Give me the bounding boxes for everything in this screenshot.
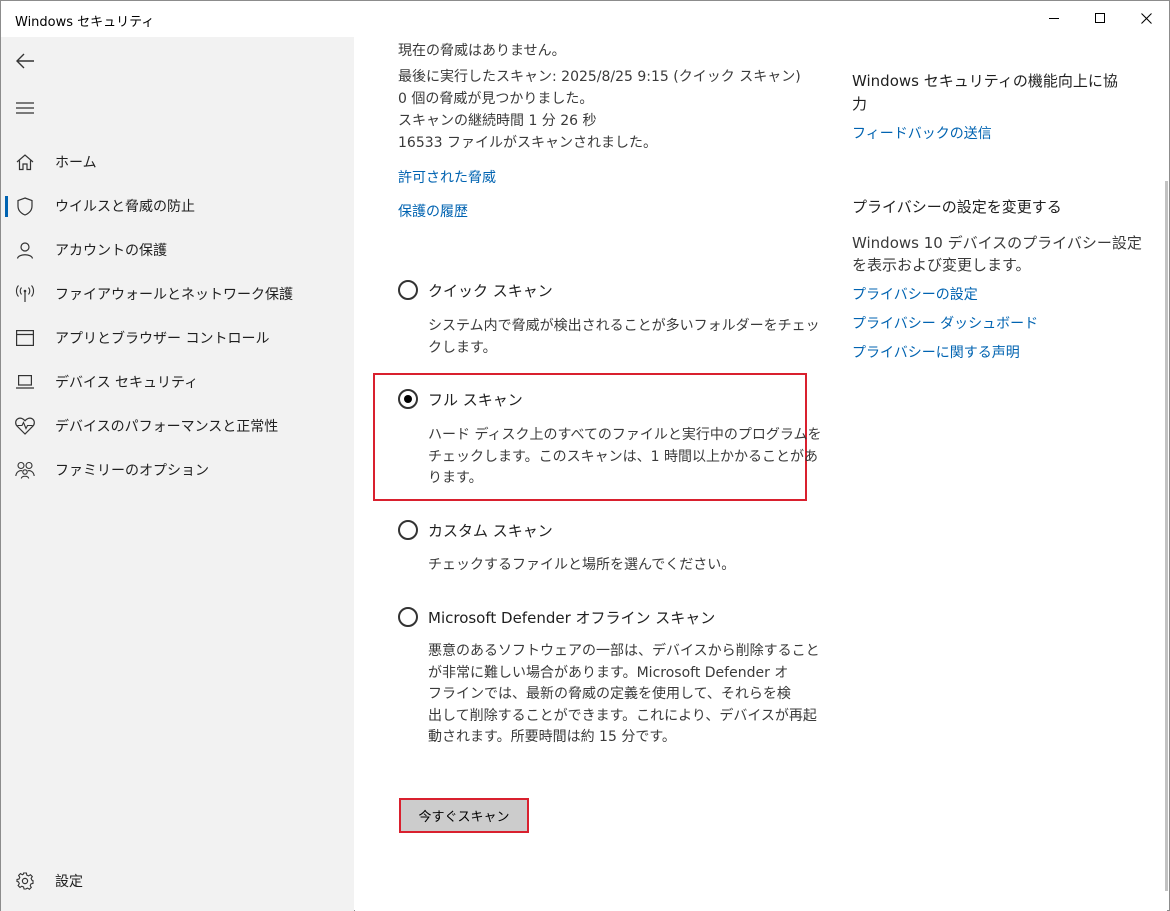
description-line: フラインでは、最新の脅威の定義を使用して、それらを検 <box>428 686 791 702</box>
option-label: Microsoft Defender オフライン スキャン <box>428 609 716 627</box>
laptop-icon <box>15 372 35 392</box>
sidebar-item-label: デバイスのパフォーマンスと正常性 <box>55 419 279 435</box>
sidebar-item-family-options[interactable]: ファミリーのオプション <box>1 450 354 490</box>
allowed-threats-link[interactable]: 許可された脅威 <box>398 167 496 187</box>
privacy-settings-link[interactable]: プライバシーの設定 <box>852 284 978 304</box>
minimize-icon <box>1048 17 1059 19</box>
shield-icon <box>15 196 35 216</box>
custom-scan-option[interactable]: カスタム スキャン <box>398 517 553 543</box>
status-no-threats: 現在の脅威はありません。 <box>398 43 566 59</box>
feedback-link[interactable]: フィードバックの送信 <box>852 123 992 143</box>
gear-icon <box>15 871 35 891</box>
status-last-scan: 最後に実行したスキャン: 2025/8/25 9:15 (クイック スキャン) <box>398 69 801 85</box>
description-line: ります。 <box>428 470 483 486</box>
main-content: 現在の脅威はありません。 最後に実行したスキャン: 2025/8/25 9:15… <box>355 37 1167 911</box>
privacy-dashboard-link[interactable]: プライバシー ダッシュボード <box>852 313 1038 333</box>
description-line: が非常に難しい場合があります。Microsoft Defender オ <box>428 664 789 681</box>
description-line: 動されます。所要時間は約 15 分です。 <box>428 729 676 745</box>
sidebar-item-label: ホーム <box>55 155 97 171</box>
radio-button-checked[interactable] <box>398 389 418 409</box>
status-scan-duration: スキャンの継続時間 1 分 26 秒 <box>398 113 597 129</box>
antenna-icon <box>15 284 35 304</box>
person-icon <box>15 240 35 260</box>
custom-scan-description: チェックするファイルと場所を選んでください。 <box>428 555 735 577</box>
maximize-button[interactable] <box>1077 1 1123 35</box>
hamburger-icon <box>16 102 34 114</box>
close-button[interactable] <box>1123 1 1169 35</box>
radio-button[interactable] <box>398 280 418 300</box>
description-line: チェックするファイルと場所を選んでください。 <box>428 557 736 573</box>
sidebar-item-label: 設定 <box>55 874 83 890</box>
sidebar-item-label: アプリとブラウザー コントロール <box>55 331 270 347</box>
description-line: 出して削除することができます。これにより、デバイスが再起 <box>428 707 817 724</box>
maximize-icon <box>1094 12 1105 23</box>
windows-security-window: Windows セキュリティ ホーム ウイルスと脅威の防止 アカウントの保護 フ… <box>0 0 1170 911</box>
privacy-description-line1: Windows 10 デバイスのプライバシー設定 <box>852 234 1142 252</box>
back-arrow-icon <box>16 53 34 69</box>
privacy-heading: プライバシーの設定を変更する <box>852 198 1062 216</box>
sidebar-item-label: デバイス セキュリティ <box>55 375 199 391</box>
option-label: クイック スキャン <box>428 282 553 300</box>
sidebar-item-app-browser-control[interactable]: アプリとブラウザー コントロール <box>1 318 354 358</box>
quick-scan-description: システム内で脅威が検出されることが多いフォルダーをチェッ クします。 <box>428 316 820 359</box>
description-line: 悪意のあるソフトウェアの一部は、デバイスから削除すること <box>428 643 820 659</box>
sidebar-item-label: ファミリーのオプション <box>55 463 209 479</box>
offline-scan-description: 悪意のあるソフトウェアの一部は、デバイスから削除すること が非常に難しい場合があ… <box>428 641 820 749</box>
sidebar-item-home[interactable]: ホーム <box>1 142 354 182</box>
window-title: Windows セキュリティ <box>15 15 155 30</box>
sidebar-item-virus-protection[interactable]: ウイルスと脅威の防止 <box>1 186 354 226</box>
description-line: システム内で脅威が検出されることが多いフォルダーをチェッ <box>428 318 820 334</box>
browser-window-icon <box>15 328 35 348</box>
radio-button[interactable] <box>398 607 418 627</box>
scan-now-button[interactable]: 今すぐスキャン <box>399 798 529 833</box>
sidebar-item-firewall[interactable]: ファイアウォールとネットワーク保護 <box>1 274 354 314</box>
option-label: カスタム スキャン <box>428 522 553 540</box>
heart-pulse-icon <box>15 416 35 436</box>
feedback-heading-line2: 力 <box>852 95 868 113</box>
home-icon <box>15 152 35 172</box>
minimize-button[interactable] <box>1031 1 1077 35</box>
status-files-scanned: 16533 ファイルがスキャンされました。 <box>398 135 657 151</box>
offline-scan-option[interactable]: Microsoft Defender オフライン スキャン <box>398 604 715 630</box>
active-indicator <box>5 196 8 217</box>
hamburger-menu-button[interactable] <box>9 94 41 122</box>
sidebar-item-device-security[interactable]: デバイス セキュリティ <box>1 362 354 402</box>
quick-scan-option[interactable]: クイック スキャン <box>398 277 553 303</box>
sidebar-item-label: アカウントの保護 <box>55 243 167 259</box>
family-icon <box>15 460 35 480</box>
description-line: チェックします。このスキャンは、1 時間以上かかることがあ <box>428 448 818 465</box>
description-line: クします。 <box>428 339 497 356</box>
vertical-scrollbar[interactable] <box>1165 181 1168 891</box>
title-bar: Windows セキュリティ <box>1 1 1169 37</box>
sidebar-item-label: ウイルスと脅威の防止 <box>55 199 195 215</box>
sidebar-item-label: ファイアウォールとネットワーク保護 <box>55 287 293 303</box>
full-scan-description: ハード ディスク上のすべてのファイルと実行中のプログラムを チェックします。この… <box>428 425 822 490</box>
privacy-description-line2: を表示および変更します。 <box>852 256 1031 274</box>
full-scan-option[interactable]: フル スキャン <box>398 386 523 412</box>
protection-history-link[interactable]: 保護の履歴 <box>398 201 468 221</box>
description-line: ハード ディスク上のすべてのファイルと実行中のプログラムを <box>428 427 822 443</box>
privacy-statement-link[interactable]: プライバシーに関する声明 <box>852 342 1020 362</box>
sidebar-item-settings[interactable]: 設定 <box>1 861 354 901</box>
radio-button[interactable] <box>398 520 418 540</box>
sidebar-item-account-protection[interactable]: アカウントの保護 <box>1 230 354 270</box>
sidebar: ホーム ウイルスと脅威の防止 アカウントの保護 ファイアウォールとネットワーク保… <box>1 37 354 911</box>
option-label: フル スキャン <box>428 391 523 409</box>
feedback-heading-line1: Windows セキュリティの機能向上に協 <box>852 72 1118 90</box>
back-button[interactable] <box>9 47 41 75</box>
close-icon <box>1140 12 1152 24</box>
sidebar-item-device-performance[interactable]: デバイスのパフォーマンスと正常性 <box>1 406 354 446</box>
status-threats-found: 0 個の脅威が見つかりました。 <box>398 91 594 107</box>
